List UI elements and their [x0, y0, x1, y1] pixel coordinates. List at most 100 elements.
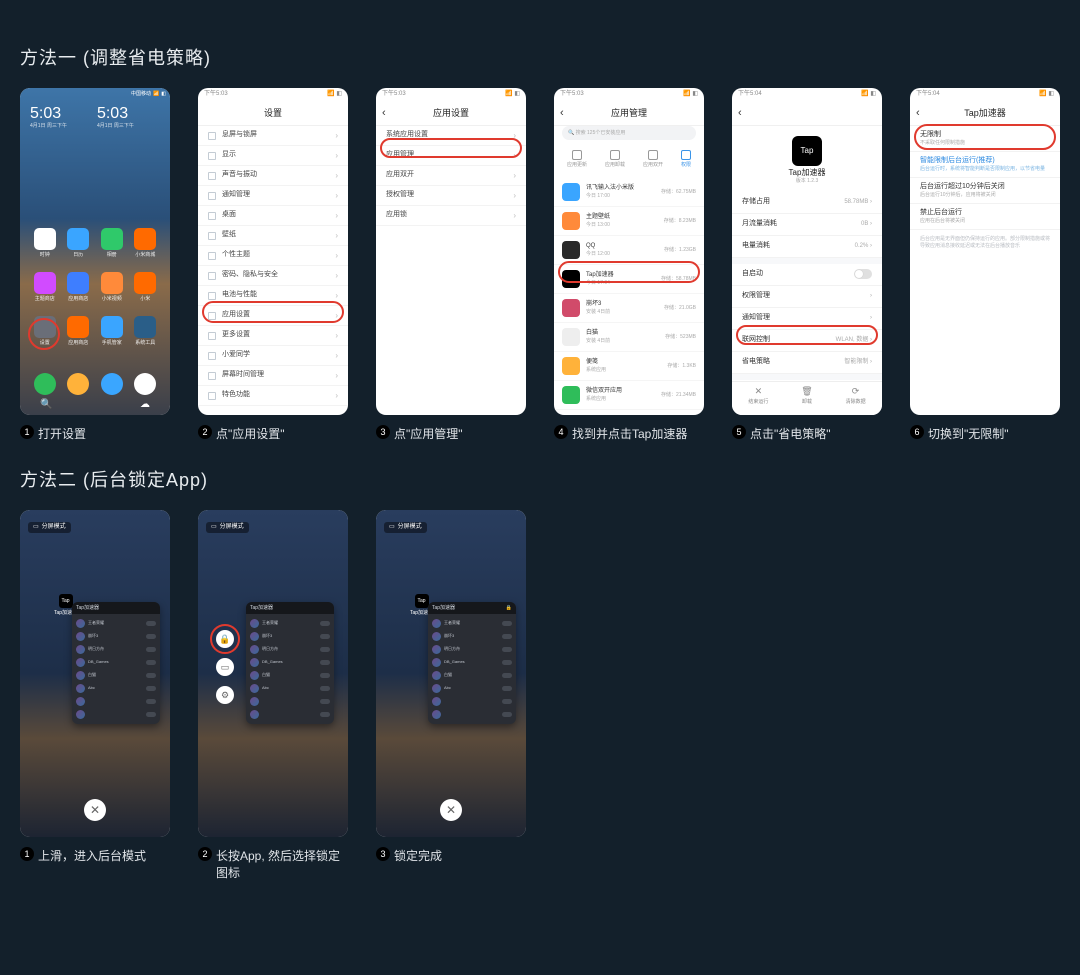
search-input[interactable]: 🔍 搜索 125个已安装应用: [562, 126, 696, 140]
app-row[interactable]: 崩坏3安装 4日前存储：21.0GB: [554, 294, 704, 323]
badge-4: 4: [554, 425, 568, 439]
app-row-tap[interactable]: Tap加速器今日 17:04存储：58.78MB: [554, 265, 704, 294]
app-mistore[interactable]: 小米商城: [133, 228, 159, 258]
close-all-button[interactable]: ✕: [84, 799, 106, 821]
item-screen-time[interactable]: 屏幕时间管理›: [198, 366, 348, 386]
clear-data-button[interactable]: ⟳清除数据: [846, 386, 866, 415]
lock-button[interactable]: 🔒: [216, 630, 234, 648]
badge-m2-2: 2: [198, 847, 212, 861]
item-aod[interactable]: 息屏与锁屏›: [198, 126, 348, 146]
app-calendar[interactable]: 日历: [66, 228, 92, 258]
app-row[interactable]: 微信双开应用系统应用存储：21.34MB: [554, 381, 704, 410]
force-stop-button[interactable]: ✕结束运行: [748, 386, 768, 415]
item-desktop[interactable]: 桌面›: [198, 206, 348, 226]
item-dual-apps[interactable]: 应用双开›: [376, 166, 526, 186]
close-icon: ✕: [755, 386, 763, 397]
opt-no-limit[interactable]: 无限制不采取任何限制措施: [910, 126, 1060, 152]
app-row[interactable]: 主题壁纸今日 13:00存储：8.23MB: [554, 207, 704, 236]
recent-card[interactable]: Tap加速器 王者荣耀 崩坏3 明日方舟 DB_Games 白猫 Abc: [72, 602, 160, 724]
dock-camera[interactable]: [134, 373, 156, 395]
uninstall-button[interactable]: 🗑卸载: [801, 386, 812, 415]
app-row[interactable]: QQ今日 12:00存储：1.23GB: [554, 236, 704, 265]
app-store2[interactable]: 应用商店: [66, 272, 92, 302]
step3-col: 下午5:03📶 ◧ ‹应用设置 系统应用设置› 应用管理› 应用双开› 授权管理…: [376, 88, 526, 442]
split-screen-tag[interactable]: ▭分屏模式: [28, 522, 71, 533]
step2-col: 下午5:03📶 ◧ 设置 息屏与锁屏› 显示› 声音与振动› 通知管理› 桌面›…: [198, 88, 348, 442]
row-autostart[interactable]: 自启动: [732, 264, 882, 286]
item-features[interactable]: 特色功能›: [198, 386, 348, 406]
step5-caption: 5点击"省电策略": [732, 425, 882, 442]
settings-list: 息屏与锁屏› 显示› 声音与振动› 通知管理› 桌面› 壁纸› 个性主题› 密码…: [198, 126, 348, 406]
tab-dual[interactable]: 应用双开: [643, 150, 663, 168]
recent-card[interactable]: Tap加速器🔒 王者荣耀 崩坏3 明日方舟 DB_Games 白猫 Abc: [428, 602, 516, 724]
mi-cloud-icon[interactable]: ☁: [140, 399, 150, 411]
item-display[interactable]: 显示›: [198, 146, 348, 166]
item-wallpaper[interactable]: 壁纸›: [198, 226, 348, 246]
back-icon[interactable]: ‹: [382, 107, 386, 120]
search-icon[interactable]: 🔍: [40, 399, 52, 411]
app-tools[interactable]: 系统工具: [133, 316, 159, 346]
app-security[interactable]: 手机管家: [99, 316, 125, 346]
item-permissions[interactable]: 授权管理›: [376, 186, 526, 206]
back-icon[interactable]: ‹: [560, 107, 564, 120]
dock-browser[interactable]: [101, 373, 123, 395]
app-video[interactable]: 小米视频: [99, 272, 125, 302]
m2-step2-caption: 2长按App, 然后选择锁定图标: [198, 847, 348, 881]
split-screen-tag[interactable]: ▭分屏模式: [206, 522, 249, 533]
tab-perm[interactable]: 权限: [681, 150, 691, 168]
dock-phone[interactable]: [34, 373, 56, 395]
split-screen-tag[interactable]: ▭分屏模式: [384, 522, 427, 533]
row-battery-usage[interactable]: 电量消耗0.2% ›: [732, 236, 882, 258]
row-battery-saver[interactable]: 省电策略智能限制 ›: [732, 352, 882, 374]
item-sound[interactable]: 声音与振动›: [198, 166, 348, 186]
refresh-icon: ⟳: [852, 386, 860, 397]
app-gallery[interactable]: 相册: [99, 228, 125, 258]
tab-apps[interactable]: 应用更新: [567, 150, 587, 168]
app-settings[interactable]: 设置: [32, 316, 58, 346]
app-mi[interactable]: 小米: [133, 272, 159, 302]
app-store3[interactable]: 应用商店: [66, 316, 92, 346]
step6-col: 下午5:04📶 ◧ ‹Tap加速器 无限制不采取任何限制措施 智能限制后台运行(…: [910, 88, 1060, 442]
item-app-manage[interactable]: 应用管理›: [376, 146, 526, 166]
back-icon[interactable]: ‹: [738, 107, 742, 120]
app-themes[interactable]: 主题商店: [32, 272, 58, 302]
item-battery[interactable]: 电池与性能›: [198, 286, 348, 306]
step5-col: 下午5:04📶 ◧ ‹ Tap Tap加速器 版本 1.2.3 存储占用58.7…: [732, 88, 882, 442]
split-button[interactable]: ▭: [216, 658, 234, 676]
app-clock[interactable]: 时钟: [32, 228, 58, 258]
dock-notes[interactable]: [67, 373, 89, 395]
app-row[interactable]: 白猫安装 4日前存储：523MB: [554, 323, 704, 352]
opt-forbid[interactable]: 禁止后台运行应用在后台将被关闭: [910, 204, 1060, 230]
app-row[interactable]: 传送门骑士: [554, 410, 704, 415]
m2-step1-caption: 1上滑，进入后台模式: [20, 847, 170, 864]
item-notif[interactable]: 通知管理›: [198, 186, 348, 206]
badge-5: 5: [732, 425, 746, 439]
item-theme[interactable]: 个性主题›: [198, 246, 348, 266]
row-storage[interactable]: 存储占用58.78MB ›: [732, 192, 882, 214]
settings-button[interactable]: ⚙: [216, 686, 234, 704]
row-data-usage[interactable]: 月流量消耗0B ›: [732, 214, 882, 236]
close-all-button[interactable]: ✕: [440, 799, 462, 821]
row-notif-mgmt[interactable]: 通知管理›: [732, 308, 882, 330]
item-xiaoai[interactable]: 小爱同学›: [198, 346, 348, 366]
bottom-actions: ✕结束运行 🗑卸载 ⟳清除数据: [732, 381, 882, 415]
opt-smart[interactable]: 智能限制后台运行(推荐)后台运行时，系统将智能判断是否限制应用，以节省电量: [910, 152, 1060, 178]
item-applock[interactable]: 应用锁›: [376, 206, 526, 226]
item-system-apps[interactable]: 系统应用设置›: [376, 126, 526, 146]
row-network[interactable]: 联网控制WLAN, 数据 ›: [732, 330, 882, 352]
row-permissions[interactable]: 权限管理›: [732, 286, 882, 308]
badge-3: 3: [376, 425, 390, 439]
app-row[interactable]: 讯飞输入法小米版今日 17:00存储：62.75MB: [554, 178, 704, 207]
opt-10min[interactable]: 后台运行超过10分钟后关闭后台运行10分钟后，应用将被关闭: [910, 178, 1060, 204]
app-row[interactable]: 便笺系统应用存储：1.3KB: [554, 352, 704, 381]
app-icon: Tap: [792, 136, 822, 166]
phone-battery-options: 下午5:04📶 ◧ ‹Tap加速器 无限制不采取任何限制措施 智能限制后台运行(…: [910, 88, 1060, 415]
back-icon[interactable]: ‹: [916, 107, 920, 120]
tab-uninstall[interactable]: 应用卸载: [605, 150, 625, 168]
phone-homescreen: 中国移动📶◧ 5:034月1日 周三下午 5:034月1日 周三下午 时钟 日历…: [20, 88, 170, 415]
item-more[interactable]: 更多设置›: [198, 326, 348, 346]
recent-card[interactable]: Tap加速器 王者荣耀 崩坏3 明日方舟 DB_Games 白猫 Abc: [246, 602, 334, 724]
app-settings-header: ‹应用设置: [376, 102, 526, 126]
item-privacy[interactable]: 密码、隐私与安全›: [198, 266, 348, 286]
item-app-settings[interactable]: 应用设置›: [198, 306, 348, 326]
